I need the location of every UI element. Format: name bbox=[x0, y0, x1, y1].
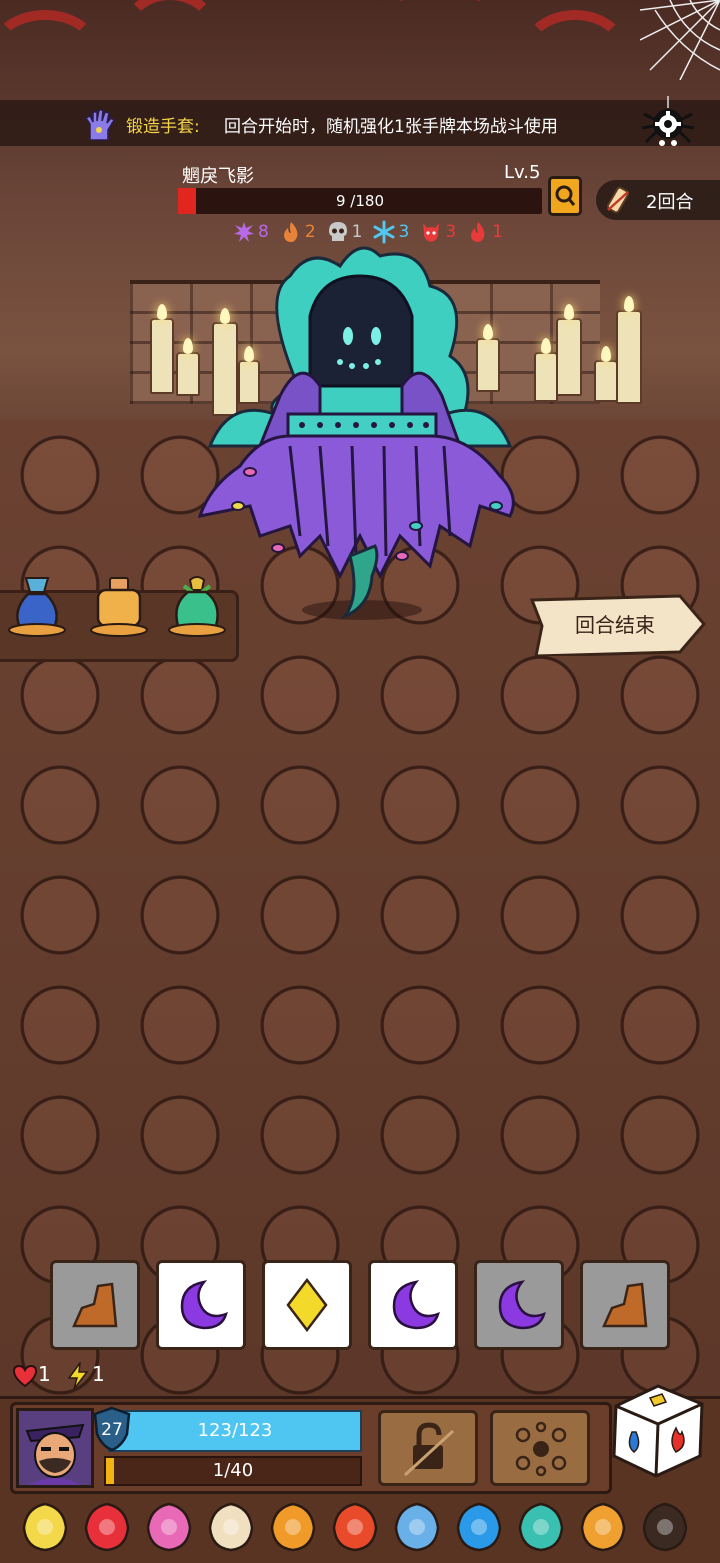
die-moon[interactable] bbox=[368, 1260, 458, 1350]
candle bbox=[594, 346, 618, 402]
end-turn-label: 回合结束 bbox=[575, 613, 655, 637]
spiked-heart-icon[interactable] bbox=[142, 1500, 196, 1554]
die-moon[interactable] bbox=[156, 1260, 246, 1350]
die-moon[interactable] bbox=[474, 1260, 564, 1350]
candle bbox=[150, 304, 174, 394]
explosion-icon bbox=[515, 1421, 567, 1477]
relic-name: 锻造手套: bbox=[126, 117, 200, 137]
die-rock[interactable] bbox=[580, 1260, 670, 1350]
rock-icon bbox=[602, 1282, 648, 1328]
die-diamond[interactable] bbox=[262, 1260, 352, 1350]
orange-drum-icon[interactable] bbox=[576, 1500, 630, 1554]
explosion-skill-slot[interactable] bbox=[490, 1410, 590, 1486]
die-rock[interactable] bbox=[50, 1260, 140, 1350]
moon-icon bbox=[392, 1280, 440, 1330]
scroll-icon bbox=[606, 186, 630, 214]
roll-dice-button[interactable] bbox=[606, 1376, 710, 1480]
candle bbox=[556, 304, 582, 396]
moon-icon bbox=[180, 1280, 228, 1330]
rock-icon bbox=[72, 1282, 118, 1328]
lantern-icon[interactable] bbox=[18, 1500, 72, 1554]
lightning-icon bbox=[67, 1362, 89, 1390]
heart-count: 1 bbox=[38, 1362, 51, 1386]
orange-potion-icon[interactable] bbox=[88, 574, 150, 640]
player-hp-text: 123/123 bbox=[197, 1420, 273, 1441]
red-fish-icon[interactable] bbox=[328, 1500, 382, 1554]
armor-shield-icon: 27 bbox=[93, 1406, 131, 1452]
enemy-hp-bar: 9 /180 bbox=[178, 188, 542, 214]
cobweb-icon bbox=[640, 0, 720, 80]
water-drop-icon[interactable] bbox=[452, 1500, 506, 1554]
armor-value: 27 bbox=[101, 1420, 123, 1440]
candle bbox=[616, 296, 642, 404]
enemy-hp-text: 9 /180 bbox=[336, 192, 384, 210]
tentacle-decor bbox=[520, 10, 630, 100]
enemy-level: Lv.5 bbox=[504, 162, 541, 183]
forge-glove-icon bbox=[84, 109, 116, 141]
relic-bar bbox=[18, 1500, 718, 1556]
relic-description: 回合开始时，随机强化1张手牌本场战斗使用 bbox=[224, 117, 558, 137]
moon-icon bbox=[498, 1280, 546, 1330]
energy-count: 1 bbox=[92, 1362, 105, 1386]
broken-lock-icon bbox=[403, 1422, 455, 1477]
green-potion-icon[interactable] bbox=[166, 574, 228, 640]
player-xp-text: 1/40 bbox=[212, 1460, 254, 1481]
goblet-icon[interactable] bbox=[390, 1500, 444, 1554]
diamond-icon bbox=[286, 1278, 328, 1332]
ghost-monster[interactable] bbox=[180, 236, 540, 636]
shield-heart-icon bbox=[12, 1364, 38, 1388]
heart-jar-icon[interactable] bbox=[80, 1500, 134, 1554]
turn-label: 2回合 bbox=[646, 192, 694, 213]
settings-spider-button[interactable] bbox=[638, 96, 698, 152]
enemy-name: 魍戾飞影 bbox=[182, 166, 254, 187]
player-avatar[interactable] bbox=[16, 1408, 94, 1488]
fire-jar-icon[interactable] bbox=[266, 1500, 320, 1554]
bat-icon[interactable] bbox=[638, 1500, 692, 1554]
inspect-enemy-button[interactable] bbox=[548, 176, 582, 216]
teal-vase-icon[interactable] bbox=[514, 1500, 568, 1554]
locked-skill-slot[interactable] bbox=[378, 1410, 478, 1486]
blue-potion-icon[interactable] bbox=[6, 574, 68, 640]
wizard-portrait-icon bbox=[19, 1411, 91, 1485]
shuriken-icon[interactable] bbox=[204, 1500, 258, 1554]
magnifier-icon bbox=[555, 185, 576, 206]
